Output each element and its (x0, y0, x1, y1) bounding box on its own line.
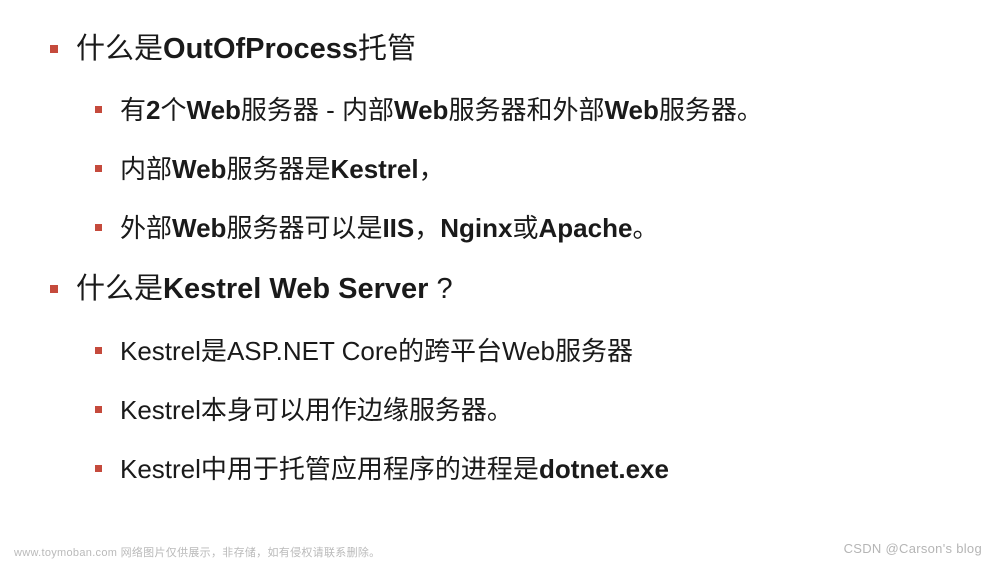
list-item: Kestrel是ASP.NET Core的跨平台Web服务器 (0, 334, 1000, 369)
list-item-text: 内部Web服务器是Kestrel， (120, 152, 445, 187)
bullet-icon (95, 347, 102, 354)
list-item: 内部Web服务器是Kestrel， (0, 152, 1000, 187)
bullet-icon (50, 45, 58, 53)
bullet-icon (95, 106, 102, 113)
watermark-left: www.toymoban.com 网络图片仅供展示，非存储，如有侵权请联系删除。 (14, 544, 380, 560)
list-item-text: Kestrel中用于托管应用程序的进程是dotnet.exe (120, 452, 669, 487)
bullet-icon (95, 406, 102, 413)
watermark-right: CSDN @Carson's blog (844, 541, 982, 556)
list-item: Kestrel中用于托管应用程序的进程是dotnet.exe (0, 452, 1000, 487)
list-item: Kestrel本身可以用作边缘服务器。 (0, 393, 1000, 428)
list-item-text: Kestrel是ASP.NET Core的跨平台Web服务器 (120, 334, 633, 369)
bullet-icon (50, 285, 58, 293)
bullet-icon (95, 224, 102, 231)
list-item: 有2个Web服务器 - 内部Web服务器和外部Web服务器。 (0, 93, 1000, 128)
bullet-icon (95, 465, 102, 472)
list-item: 什么是OutOfProcess托管 (0, 30, 1000, 69)
list-item: 外部Web服务器可以是IIS，Nginx或Apache。 (0, 211, 1000, 246)
bullet-icon (95, 165, 102, 172)
list-item: 什么是Kestrel Web Server ? (0, 270, 1000, 309)
list-item-text: 什么是Kestrel Web Server ? (76, 270, 453, 309)
list-item-text: 外部Web服务器可以是IIS，Nginx或Apache。 (120, 211, 658, 246)
list-item-text: 有2个Web服务器 - 内部Web服务器和外部Web服务器。 (120, 93, 763, 128)
slide-content: 什么是OutOfProcess托管有2个Web服务器 - 内部Web服务器和外部… (0, 0, 1000, 487)
list-item-text: 什么是OutOfProcess托管 (76, 30, 416, 69)
list-item-text: Kestrel本身可以用作边缘服务器。 (120, 393, 513, 428)
